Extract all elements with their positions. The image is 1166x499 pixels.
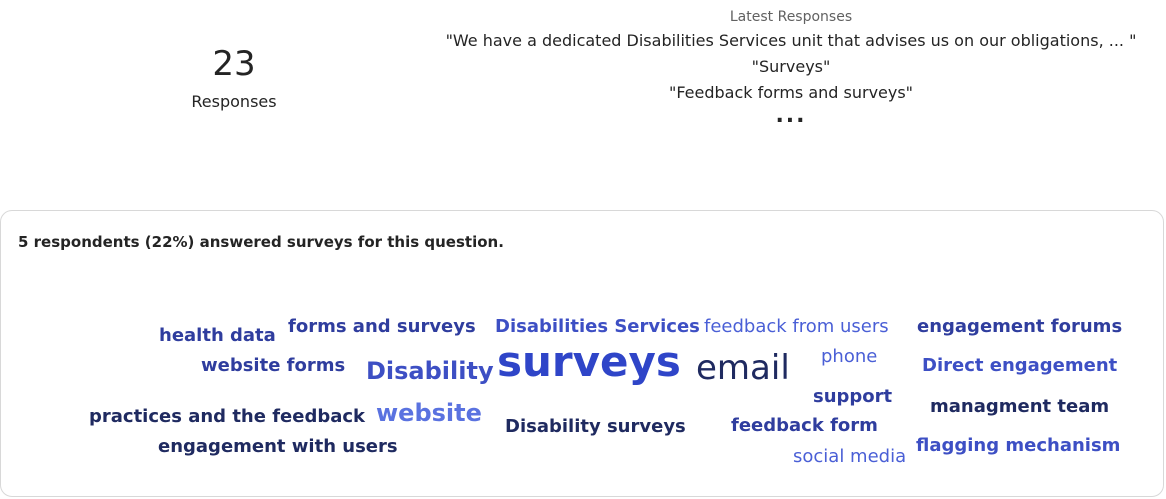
word-cloud-term[interactable]: forms and surveys xyxy=(288,318,476,336)
word-cloud-term[interactable]: Disability surveys xyxy=(505,418,686,436)
word-cloud-term[interactable]: phone xyxy=(821,348,877,366)
latest-response-item: "Feedback forms and surveys" xyxy=(668,83,914,102)
word-cloud-term[interactable]: Direct engagement xyxy=(922,357,1117,375)
latest-responses: Latest Responses "We have a dedicated Di… xyxy=(430,0,1152,127)
word-cloud-term[interactable]: social media xyxy=(793,448,906,466)
word-cloud-term[interactable]: feedback from users xyxy=(704,318,889,336)
latest-response-item: "Surveys" xyxy=(751,57,831,76)
word-cloud-term[interactable]: surveys xyxy=(497,341,681,383)
word-cloud-term[interactable]: flagging mechanism xyxy=(916,437,1120,455)
response-count-label: Responses xyxy=(191,92,277,111)
word-cloud-term[interactable]: Disabilities Services xyxy=(495,318,700,336)
word-cloud-term[interactable]: website forms xyxy=(201,357,345,375)
word-cloud-term[interactable]: health data xyxy=(159,327,276,345)
latest-response-item: "We have a dedicated Disabilities Servic… xyxy=(445,31,1137,50)
word-cloud-term[interactable]: Disability xyxy=(366,359,494,383)
latest-responses-title: Latest Responses xyxy=(729,9,853,25)
word-cloud-term[interactable]: engagement with users xyxy=(158,438,398,456)
more-responses-button[interactable]: ... xyxy=(430,105,1152,127)
word-cloud-term[interactable]: practices and the feedback xyxy=(89,408,365,426)
word-cloud: health data forms and surveys Disabiliti… xyxy=(1,211,1163,496)
word-cloud-term[interactable]: engagement forums xyxy=(917,318,1122,336)
word-cloud-term[interactable]: support xyxy=(813,388,892,406)
word-cloud-term[interactable]: email xyxy=(696,351,790,385)
response-count-block: 23 Responses xyxy=(160,44,308,114)
word-cloud-term[interactable]: website xyxy=(376,401,482,425)
word-cloud-card: 5 respondents (22%) answered surveys for… xyxy=(0,210,1164,497)
word-cloud-term[interactable]: feedback form xyxy=(731,417,878,435)
word-cloud-term[interactable]: managment team xyxy=(930,398,1109,416)
response-count: 23 xyxy=(212,44,256,84)
